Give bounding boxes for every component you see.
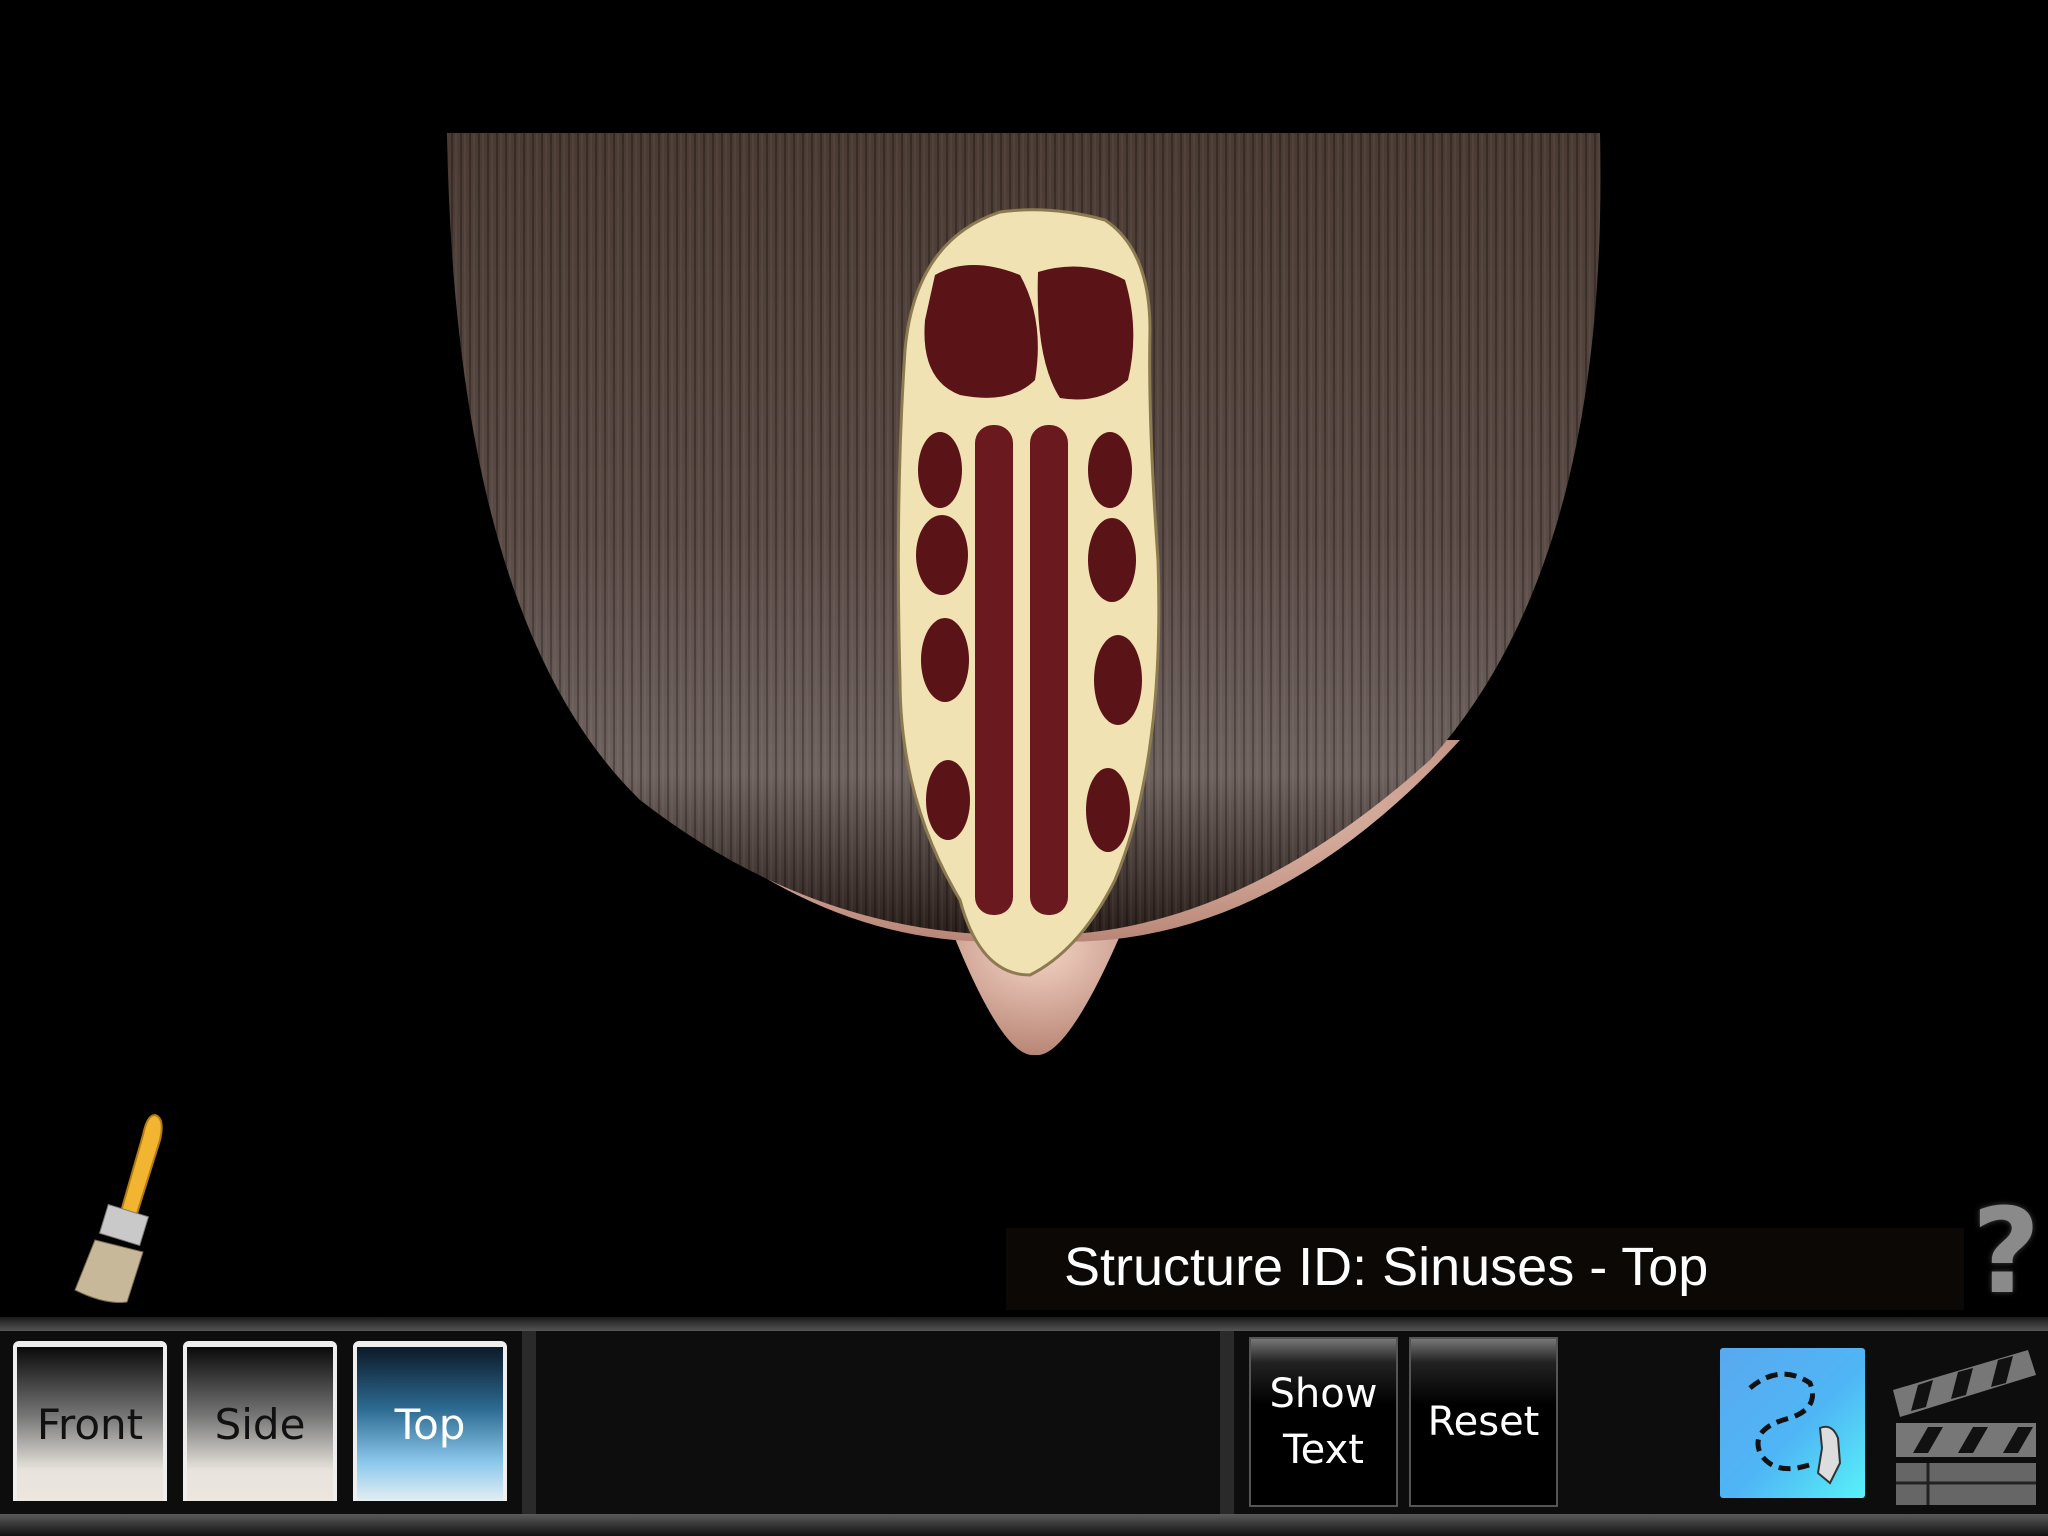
front-label: Front (36, 1399, 144, 1449)
top-view-button[interactable]: Top (353, 1341, 507, 1501)
head-model (447, 133, 1601, 1056)
toolbar-edge (0, 1514, 2048, 1536)
structure-id-label: Structure ID: Sinuses - Top (1006, 1228, 1964, 1310)
top-label: Top (394, 1399, 466, 1449)
reset-button[interactable]: Reset (1409, 1337, 1558, 1507)
reset-label: Reset (1427, 1399, 1540, 1445)
path-trace-icon (1748, 1371, 1842, 1485)
front-view-button[interactable]: Front (13, 1341, 167, 1501)
question-mark-icon[interactable]: ? (1968, 1192, 2044, 1310)
structure-id-text: Structure ID: Sinuses - Top (1064, 1237, 1709, 1297)
paintbrush-icon[interactable] (65, 1110, 175, 1305)
show-text-button[interactable]: Show Text (1249, 1337, 1398, 1507)
toolbar-edge (0, 1317, 2048, 1331)
divider (522, 1331, 536, 1514)
toolbar: Front Side Top Show Text Reset (0, 1331, 2048, 1514)
divider (1220, 1331, 1234, 1514)
side-label: Side (214, 1399, 306, 1449)
show-text-line1: Show (1269, 1371, 1378, 1417)
clapperboard-icon[interactable] (1888, 1345, 2038, 1505)
3d-viewport[interactable] (0, 0, 2048, 1317)
side-view-button[interactable]: Side (183, 1341, 337, 1501)
path-trace-button[interactable] (1720, 1348, 1865, 1498)
sinus-cross-section (896, 208, 1161, 977)
show-text-line2: Text (1283, 1427, 1364, 1473)
